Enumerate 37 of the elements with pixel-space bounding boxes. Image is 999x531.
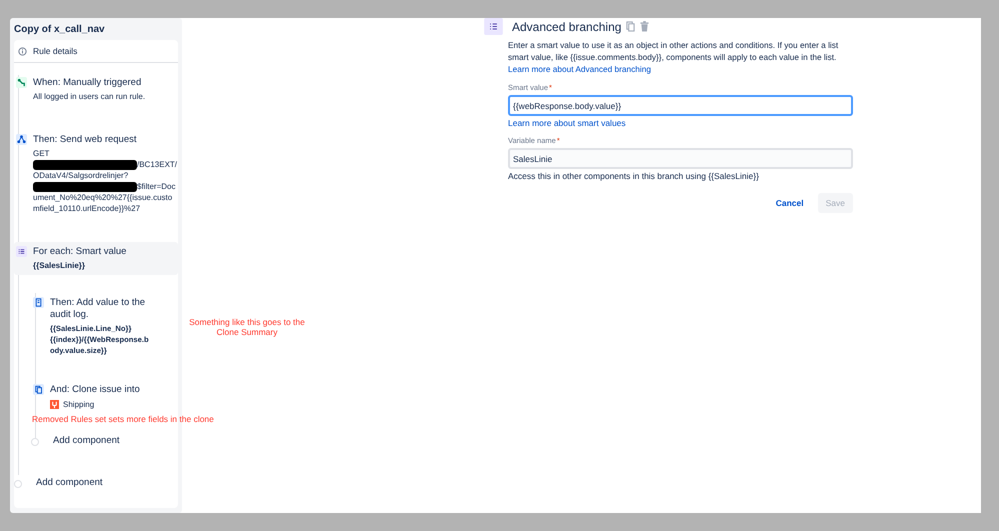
rule-step[interactable]: And: Clone issue into Shipping	[31, 380, 178, 413]
step-detail: {{SalesLinie}}	[33, 260, 86, 271]
add-component-item[interactable]: Add component	[31, 431, 178, 453]
learn-more-link[interactable]: Learn more about Advanced branching	[508, 64, 651, 74]
copy-icon	[33, 384, 44, 395]
trigger-icon	[16, 77, 27, 88]
webrequest-icon	[16, 134, 27, 145]
panel-title: Advanced branching	[512, 20, 622, 34]
step-detail: All logged in users can run rule.	[33, 91, 146, 102]
rule-step[interactable]: When: Manually triggered All logged in users can run rule.	[14, 73, 178, 106]
description-text: Enter a smart value to use it as an object in other actions and conditions. If you enter a list smart value, like {{issue.comments.body}}, components will apply to each value in the list. Learn more about Advanced branching	[508, 39, 840, 75]
input-field[interactable]: SalesLinie	[508, 148, 853, 169]
rule-step[interactable]: For each: Smart value {{SalesLinie}}	[14, 242, 178, 275]
copy-icon[interactable]	[626, 21, 636, 32]
cancel-button[interactable]: Cancel	[768, 193, 812, 213]
step-detail: $filter=Doc	[137, 181, 176, 192]
step-detail: ument_No%20eq%20%27{{issue.custo	[33, 192, 172, 203]
rule-details-link[interactable]: Rule details	[14, 40, 178, 63]
step-detail: mfield_10110.urlEncode}}%27	[33, 203, 140, 214]
rule-title: Copy of x_call_nav	[14, 23, 106, 37]
annotation-text: Removed Rules set sets more fields in the clone	[32, 414, 214, 424]
project-name: Shipping	[63, 400, 94, 409]
smart-values-link[interactable]: Learn more about smart values	[508, 118, 853, 128]
branch-icon	[16, 246, 27, 257]
step-detail: GET	[33, 148, 50, 159]
input-field[interactable]: {{webResponse.body.value}}	[508, 95, 853, 116]
document-icon	[33, 297, 44, 308]
trash-icon[interactable]	[640, 21, 650, 32]
step-detail: ODataV4/Salgsordrelinjer?	[33, 170, 128, 181]
rule-step[interactable]: Then: Send web request GET /BC13EXT/ ODataV4/Salgsordrelinjer? $filter=Doc ument_No%20eq%20%27{{issue.custo mfield_10110.urlEncode}}%27	[14, 130, 178, 218]
branch-icon	[484, 18, 503, 35]
project-icon	[50, 400, 59, 409]
step-detail: /BC13EXT/	[137, 159, 178, 170]
add-component-item[interactable]: Add component	[14, 473, 178, 495]
info-icon	[18, 46, 27, 56]
annotation-text: Something like this goes to the Clone Summary	[188, 317, 306, 337]
help-text: Access this in other components in this branch using {{SalesLinie}}	[508, 171, 760, 181]
